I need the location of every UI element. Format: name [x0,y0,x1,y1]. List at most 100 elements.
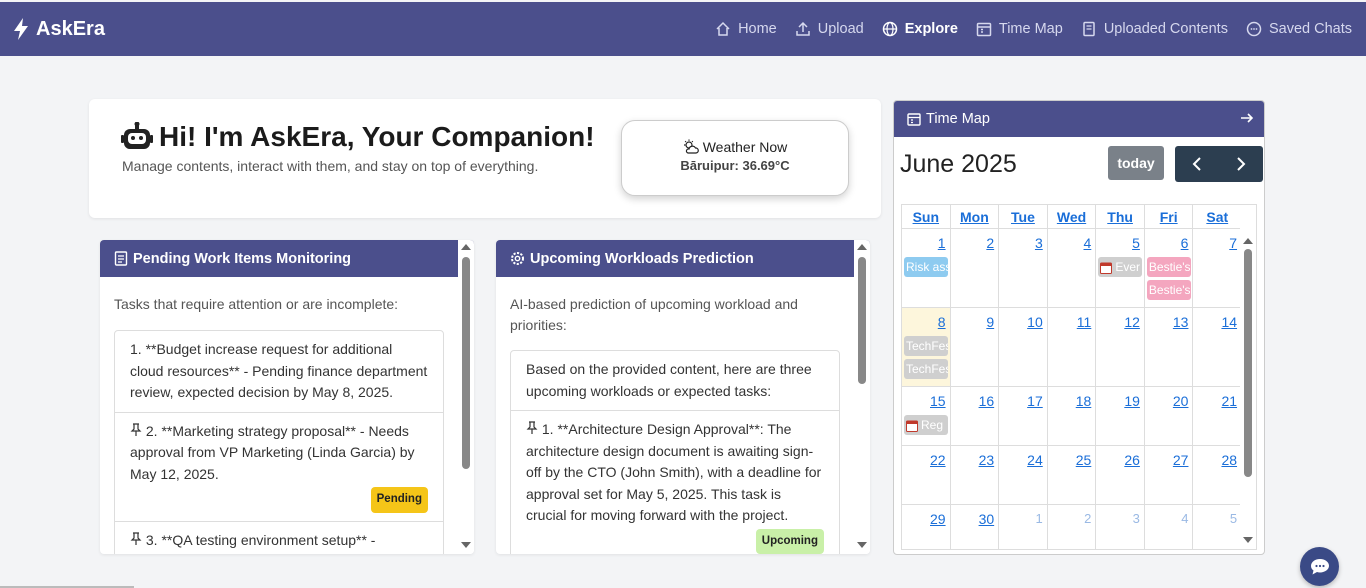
day-number[interactable]: 3 [1133,511,1140,526]
calendar-day-cell[interactable]: 11 [1048,308,1097,386]
calendar-day-cell[interactable]: 27 [1145,446,1194,504]
calendar-day-cell[interactable]: 5 [1193,505,1243,549]
calendar-day-cell[interactable]: 4 [1145,505,1194,549]
nav-uploaded-contents[interactable]: Uploaded Contents [1081,21,1228,37]
calendar-day-cell[interactable]: 28 [1193,446,1243,504]
calendar-day-cell[interactable]: 14 [1193,308,1243,386]
scroll-thumb[interactable] [858,257,866,384]
list-item[interactable]: 3. **QA testing environment setup** - [115,522,443,555]
day-number[interactable]: 28 [1221,452,1237,468]
weekday-header[interactable]: Sun [902,205,951,228]
calendar-event[interactable]: Risk ass [904,257,948,277]
day-number[interactable]: 7 [1229,235,1237,251]
calendar-day-cell[interactable]: 29 [902,505,951,549]
nav-time-map[interactable]: Time Map [976,21,1063,37]
day-number[interactable]: 4 [1181,511,1188,526]
day-number[interactable]: 30 [979,511,995,527]
nav-home[interactable]: Home [715,21,777,37]
scroll-down-icon[interactable] [857,542,867,548]
calendar-day-cell[interactable]: 18 [1048,387,1097,445]
pending-scrollbar[interactable] [458,240,474,554]
calendar-day-cell[interactable]: 3 [1096,505,1145,549]
scroll-down-icon[interactable] [1243,537,1253,543]
day-number[interactable]: 18 [1076,393,1092,409]
day-number[interactable]: 24 [1027,452,1043,468]
calendar-day-cell[interactable]: 4 [1048,229,1097,307]
calendar-day-cell[interactable]: 24 [999,446,1048,504]
prev-month-button[interactable] [1175,146,1219,182]
chat-button[interactable] [1300,547,1339,586]
list-item[interactable]: 1. **Budget increase request for additio… [115,331,443,413]
calendar-day-cell[interactable]: 7 [1193,229,1243,307]
calendar-event[interactable]: Ever [1098,257,1143,277]
calendar-day-cell[interactable]: 25 [1048,446,1097,504]
brand[interactable]: AskEra [12,18,105,41]
scroll-thumb[interactable] [462,257,470,469]
day-number[interactable]: 5 [1132,235,1140,251]
scroll-thumb[interactable] [1244,249,1252,477]
calendar-day-cell[interactable]: 30 [951,505,1000,549]
weekday-header[interactable]: Sat [1193,205,1243,228]
day-number[interactable]: 25 [1076,452,1092,468]
calendar-event[interactable]: TechFes [904,359,948,379]
calendar-day-cell[interactable]: 12 [1096,308,1145,386]
scroll-up-icon[interactable] [857,244,867,250]
day-number[interactable]: 9 [986,314,994,330]
calendar-day-cell[interactable]: 8 TechFes TechFes [902,308,951,386]
day-number[interactable]: 29 [930,511,946,527]
calendar-day-cell[interactable]: 2 [1048,505,1097,549]
day-number[interactable]: 23 [979,452,995,468]
today-button[interactable]: today [1108,146,1164,180]
day-number[interactable]: 20 [1173,393,1189,409]
day-number[interactable]: 8 [938,314,946,330]
calendar-day-cell[interactable]: 22 [902,446,951,504]
day-number[interactable]: 1 [938,235,946,251]
scroll-up-icon[interactable] [461,244,471,250]
list-item[interactable]: Based on the provided content, here are … [511,351,839,411]
day-number[interactable]: 4 [1084,235,1092,251]
day-number[interactable]: 11 [1077,314,1092,330]
calendar-event[interactable]: TechFes [904,336,948,356]
calendar-day-cell[interactable]: 26 [1096,446,1145,504]
day-number[interactable]: 15 [930,393,946,409]
day-number[interactable]: 6 [1181,235,1189,251]
nav-saved-chats[interactable]: Saved Chats [1246,21,1352,37]
calendar-event[interactable]: Bestie's [1146,257,1191,277]
weekday-header[interactable]: Wed [1048,205,1097,228]
weekday-header[interactable]: Fri [1145,205,1194,228]
day-number[interactable]: 22 [930,452,946,468]
calendar-day-cell[interactable]: 5 Ever [1096,229,1145,307]
next-month-button[interactable] [1219,146,1263,182]
calendar-day-cell[interactable]: 16 [951,387,1000,445]
weekday-header[interactable]: Tue [999,205,1048,228]
calendar-day-cell[interactable]: 3 [999,229,1048,307]
day-number[interactable]: 26 [1124,452,1140,468]
scroll-down-icon[interactable] [461,542,471,548]
day-number[interactable]: 27 [1173,452,1189,468]
day-number[interactable]: 10 [1027,314,1043,330]
day-number[interactable]: 17 [1027,393,1043,409]
calendar-event[interactable]: Bestie's [1146,280,1191,300]
day-number[interactable]: 2 [986,235,994,251]
calendar-day-cell[interactable]: 19 [1096,387,1145,445]
calendar-day-cell[interactable]: 15 Reg [902,387,951,445]
calendar-day-cell[interactable]: 23 [951,446,1000,504]
calendar-day-cell[interactable]: 10 [999,308,1048,386]
arrow-right-icon[interactable] [1240,111,1254,125]
day-number[interactable]: 21 [1221,393,1237,409]
day-number[interactable]: 2 [1084,511,1091,526]
calendar-day-cell[interactable]: 21 [1193,387,1243,445]
calendar-day-cell[interactable]: 9 [951,308,1000,386]
calendar-day-cell[interactable]: 1 Risk ass [902,229,951,307]
day-number[interactable]: 19 [1124,393,1140,409]
calendar-day-cell[interactable]: 1 [999,505,1048,549]
weekday-header[interactable]: Thu [1096,205,1145,228]
nav-upload[interactable]: Upload [795,21,864,37]
day-number[interactable]: 16 [979,393,995,409]
day-number[interactable]: 3 [1035,235,1043,251]
calendar-event[interactable]: Reg [904,415,948,435]
calendar-day-cell[interactable]: 2 [951,229,1000,307]
day-number[interactable]: 14 [1221,314,1237,330]
workload-scrollbar[interactable] [854,240,870,554]
weekday-header[interactable]: Mon [951,205,1000,228]
